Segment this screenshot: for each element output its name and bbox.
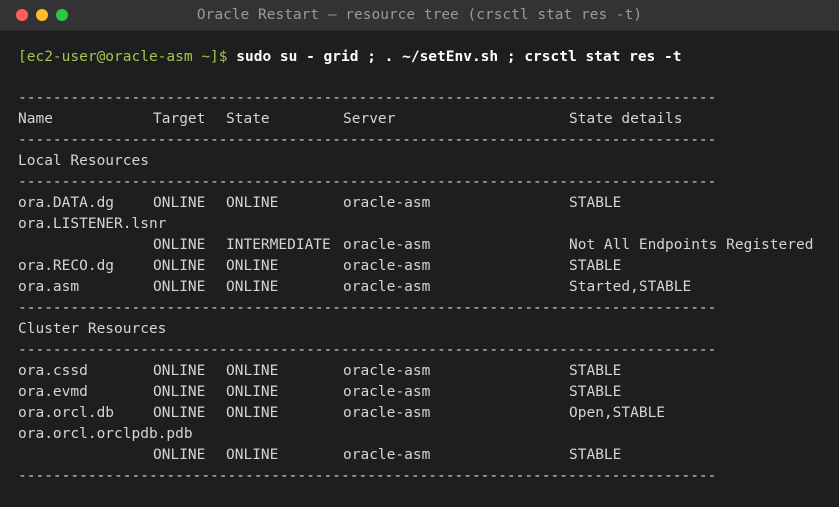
state-cell: INTERMEDIATE (226, 237, 331, 253)
target-cell: ONLINE (153, 279, 206, 295)
details-cell: STABLE (569, 195, 622, 211)
table-row: ora.orcl.db ONLINE ONLINE oracle-asm Open,ST… (18, 403, 839, 424)
shell-prompt: [ec2-user@oracle-asm ~]$ (18, 49, 228, 65)
server-cell: oracle-asm (343, 237, 431, 253)
command-line: [ec2-user@oracle-asm ~]$ sudo su - grid … (18, 46, 839, 68)
title-bar: Oracle Restart — resource tree (crsctl s… (0, 0, 839, 31)
section-title: Cluster Resources (18, 321, 167, 337)
target-cell: Target (153, 111, 206, 127)
target-cell: ONLINE (153, 258, 206, 274)
table-row: ora.evmd ONLINE ONLINE oracle-asm STABLE (18, 382, 839, 403)
table-row: ONLINE INTERMEDIATE oracle-asm Not All Endp… (18, 235, 839, 256)
details-cell: STABLE (569, 258, 622, 274)
table-header: Name Target State Server State details (18, 109, 839, 130)
table-row-name: ora.orcl.orclpdb.pdb (18, 424, 839, 445)
separator-line: ----------------------------------------… (18, 90, 717, 106)
name-cell: ora.orcl.db (18, 405, 115, 421)
separator-line: ----------------------------------------… (18, 174, 717, 190)
name-cell: ora.orcl.orclpdb.pdb (18, 426, 193, 442)
name-cell: ora.LISTENER.lsnr (18, 216, 167, 232)
table-row: ora.cssd ONLINE ONLINE oracle-asm STABLE (18, 361, 839, 382)
details-cell: STABLE (569, 384, 622, 400)
terminal-content[interactable]: [ec2-user@oracle-asm ~]$ sudo su - grid … (18, 46, 839, 487)
server-cell: oracle-asm (343, 405, 431, 421)
details-cell: Open,STABLE (569, 405, 666, 421)
table-row: ora.RECO.dg ONLINE ONLINE oracle-asm STABLE (18, 256, 839, 277)
target-cell: ONLINE (153, 195, 206, 211)
name-cell: ora.asm (18, 279, 80, 295)
window-title: Oracle Restart — resource tree (crsctl s… (196, 7, 643, 23)
server-cell: oracle-asm (343, 447, 431, 463)
command-text: sudo su - grid ; . ~/setEnv.sh ; crsctl … (236, 49, 682, 65)
table-row: ora.DATA.dg ONLINE ONLINE oracle-asm STABLE (18, 193, 839, 214)
target-cell: ONLINE (153, 405, 206, 421)
name-cell: ora.cssd (18, 363, 88, 379)
target-cell: ONLINE (153, 384, 206, 400)
separator-line: ----------------------------------------… (18, 468, 717, 484)
separator-line: ----------------------------------------… (18, 132, 717, 148)
state-cell: ONLINE (226, 258, 279, 274)
table-row: ONLINE ONLINE oracle-asm STABLE (18, 445, 839, 466)
name-cell: ora.evmd (18, 384, 88, 400)
server-cell: oracle-asm (343, 279, 431, 295)
state-cell: ONLINE (226, 405, 279, 421)
server-cell: oracle-asm (343, 384, 431, 400)
state-cell: ONLINE (226, 384, 279, 400)
table-row-name: ora.LISTENER.lsnr (18, 214, 839, 235)
details-cell: STABLE (569, 363, 622, 379)
state-cell: ONLINE (226, 279, 279, 295)
state-cell: ONLINE (226, 363, 279, 379)
server-cell: oracle-asm (343, 258, 431, 274)
state-cell: State (226, 111, 270, 127)
name-cell: ora.RECO.dg (18, 258, 115, 274)
target-cell: ONLINE (153, 447, 206, 463)
details-cell: Not All Endpoints Registered (569, 237, 814, 253)
separator-line: ----------------------------------------… (18, 300, 717, 316)
name-cell: ora.DATA.dg (18, 195, 115, 211)
command-output: ----------------------------------------… (18, 88, 839, 487)
name-cell: Name (18, 111, 53, 127)
server-cell: Server (343, 111, 396, 127)
terminal-window: Oracle Restart — resource tree (crsctl s… (0, 0, 839, 507)
target-cell: ONLINE (153, 363, 206, 379)
details-cell: STABLE (569, 447, 622, 463)
section-title: Local Resources (18, 153, 149, 169)
target-cell: ONLINE (153, 237, 206, 253)
table-row: ora.asm ONLINE ONLINE oracle-asm Started,STA… (18, 277, 839, 298)
details-cell: Started,STABLE (569, 279, 692, 295)
details-cell: State details (569, 111, 683, 127)
server-cell: oracle-asm (343, 195, 431, 211)
server-cell: oracle-asm (343, 363, 431, 379)
state-cell: ONLINE (226, 195, 279, 211)
state-cell: ONLINE (226, 447, 279, 463)
separator-line: ----------------------------------------… (18, 342, 717, 358)
